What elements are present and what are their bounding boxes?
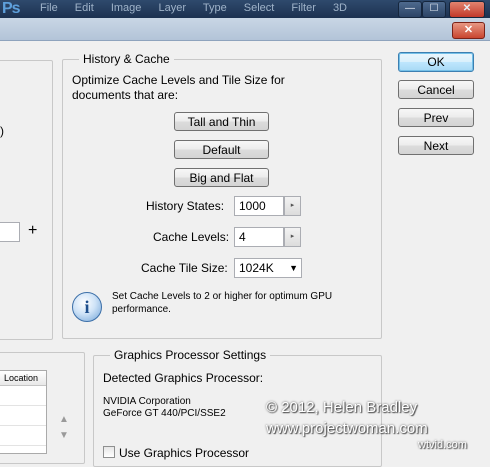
website-watermark: www.projectwoman.com bbox=[266, 420, 428, 437]
wtvid-watermark: wtvid.com bbox=[418, 439, 467, 451]
photoshop-logo: Ps bbox=[2, 0, 21, 17]
default-button[interactable]: Default bbox=[174, 140, 269, 159]
menu-3d[interactable]: 3D bbox=[333, 2, 347, 14]
left-group-box bbox=[0, 60, 53, 340]
menu-file[interactable]: File bbox=[40, 2, 58, 14]
plus-icon[interactable]: + bbox=[28, 222, 37, 240]
history-states-spin-icon[interactable]: ▸ bbox=[284, 196, 301, 216]
cache-levels-input[interactable]: 4 bbox=[234, 227, 284, 247]
copyright-watermark: © 2012, Helen Bradley bbox=[266, 399, 418, 416]
dialog-close-button[interactable]: ✕ bbox=[452, 22, 485, 39]
cache-levels-label: Cache Levels: bbox=[153, 230, 230, 244]
ok-button[interactable]: OK bbox=[398, 52, 474, 72]
cache-tile-size-select[interactable]: 1024K ▼ bbox=[234, 258, 302, 278]
big-and-flat-button[interactable]: Big and Flat bbox=[174, 168, 269, 187]
maximize-button[interactable]: ☐ bbox=[422, 1, 446, 18]
left-paren-fragment: ) bbox=[0, 124, 4, 138]
cache-tile-size-label: Cache Tile Size: bbox=[141, 261, 228, 275]
use-gpu-checkbox[interactable] bbox=[103, 446, 115, 458]
cache-tile-size-value: 1024K bbox=[239, 261, 274, 275]
gpu-info-text: Set Cache Levels to 2 or higher for opti… bbox=[112, 291, 333, 315]
move-down-icon[interactable]: ▼ bbox=[59, 430, 69, 441]
menu-edit[interactable]: Edit bbox=[75, 2, 94, 14]
menu-type[interactable]: Type bbox=[203, 2, 227, 14]
window-close-button[interactable]: ✕ bbox=[449, 1, 485, 18]
history-states-label: History States: bbox=[146, 199, 225, 213]
prev-button[interactable]: Prev bbox=[398, 108, 474, 127]
history-states-input[interactable]: 1000 bbox=[234, 196, 284, 216]
minimize-button[interactable]: — bbox=[398, 1, 422, 18]
menu-filter[interactable]: Filter bbox=[291, 2, 315, 14]
history-cache-title: History & Cache bbox=[79, 52, 174, 66]
gpu-model: GeForce GT 440/PCI/SSE2 bbox=[103, 408, 226, 419]
use-gpu-label: Use Graphics Processor bbox=[119, 446, 250, 460]
app-title-bar: Ps File Edit Image Layer Type Select Fil… bbox=[0, 0, 490, 18]
tall-and-thin-button[interactable]: Tall and Thin bbox=[174, 112, 269, 131]
cache-description: Optimize Cache Levels and Tile Size for … bbox=[72, 73, 285, 102]
cancel-button[interactable]: Cancel bbox=[398, 80, 474, 99]
dialog-header bbox=[0, 18, 490, 41]
menu-image[interactable]: Image bbox=[111, 2, 142, 14]
gpu-settings-title: Graphics Processor Settings bbox=[110, 348, 271, 362]
scratch-disks-group bbox=[0, 352, 85, 464]
info-icon: i bbox=[72, 292, 102, 322]
menu-bar: File Edit Image Layer Type Select Filter… bbox=[40, 2, 361, 14]
menu-select[interactable]: Select bbox=[244, 2, 275, 14]
chevron-down-icon: ▼ bbox=[289, 263, 298, 273]
left-partial-input[interactable] bbox=[0, 222, 20, 242]
detected-gpu-label: Detected Graphics Processor: bbox=[103, 371, 264, 385]
cache-levels-spin-icon[interactable]: ▸ bbox=[284, 227, 301, 247]
menu-layer[interactable]: Layer bbox=[158, 2, 186, 14]
next-button[interactable]: Next bbox=[398, 136, 474, 155]
move-up-icon[interactable]: ▲ bbox=[59, 414, 69, 425]
